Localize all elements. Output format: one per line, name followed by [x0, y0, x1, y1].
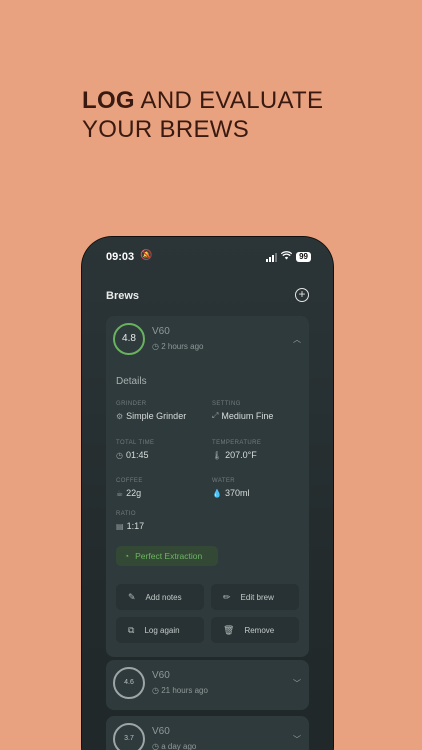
- rating-value: 3.7: [124, 735, 134, 742]
- status-bar: 09:03 🔕 99: [106, 250, 311, 265]
- clock-icon: ◷: [152, 342, 159, 351]
- brew-timestamp: ◷ 2 hours ago: [152, 342, 203, 351]
- thermometer-icon: 🌡: [212, 450, 223, 460]
- brew-card[interactable]: 4.6 V60 ◷ 21 hours ago ﹀: [106, 660, 309, 710]
- phone-frame: 09:03 🔕 99 Brews + 4.8 V60 ◷ 2 hours ago…: [82, 237, 333, 750]
- brew-card[interactable]: 3.7 V60 ◷ a day ago ﹀: [106, 716, 309, 750]
- status-time: 09:03: [106, 251, 135, 263]
- brew-ago: 2 hours ago: [161, 342, 204, 351]
- total-time-value: 01:45: [125, 450, 149, 460]
- clock-icon: ◷: [116, 450, 123, 460]
- headline-rest: AND EVALUATE: [134, 87, 324, 114]
- header: Brews +: [106, 288, 309, 306]
- ratio-field: RATIO ▤ 1:17: [116, 511, 144, 531]
- droplet-icon: ◔: [124, 551, 130, 561]
- droplet-icon: 💧: [212, 488, 222, 498]
- brew-timestamp: ◷ a day ago: [152, 742, 196, 750]
- cellular-signal-icon: [266, 252, 278, 262]
- grinder-field: GRINDER ⚙ Simple Grinder: [116, 401, 186, 421]
- rating-value: 4.6: [124, 679, 134, 686]
- setting-label: SETTING: [212, 401, 241, 407]
- edit-brew-button[interactable]: ✏ Edit brew: [211, 584, 299, 610]
- ratio-label: RATIO: [116, 511, 136, 517]
- brew-timestamp: ◷ 21 hours ago: [152, 686, 208, 695]
- temperature-label: TEMPERATURE: [212, 440, 262, 446]
- trash-icon: 🗑: [223, 624, 235, 635]
- brew-method: V60: [152, 326, 170, 337]
- rating-ring: 4.8: [113, 323, 145, 355]
- clock-icon: ◷: [152, 686, 159, 695]
- add-brew-button[interactable]: +: [295, 288, 309, 302]
- brew-method: V60: [152, 670, 170, 681]
- log-again-button[interactable]: ⧉ Log again: [116, 617, 204, 643]
- grinder-icon: ⚙: [116, 411, 124, 421]
- temperature-field: TEMPERATURE 🌡 207.0°F: [212, 440, 261, 460]
- edit-brew-label: Edit brew: [240, 592, 274, 602]
- brew-ago: 21 hours ago: [161, 686, 208, 695]
- water-label: WATER: [212, 478, 235, 484]
- headline-line-2: YOUR BREWS: [82, 116, 250, 143]
- chevron-down-icon[interactable]: ﹀: [293, 734, 301, 745]
- add-notes-button[interactable]: ✎ Add notes: [116, 584, 204, 610]
- arrows-icon: ⤢: [212, 411, 219, 420]
- status-indicators: 99: [266, 251, 311, 263]
- brew-ago: a day ago: [161, 742, 197, 750]
- headline-bold: LOG: [82, 87, 135, 114]
- setting-value: Medium Fine: [221, 411, 274, 421]
- add-notes-label: Add notes: [145, 592, 182, 602]
- coffee-label: COFFEE: [116, 478, 143, 484]
- headline-line-1: LOG AND EVALUATE: [82, 86, 323, 115]
- grinder-label: GRINDER: [116, 401, 147, 407]
- chevron-down-icon[interactable]: ﹀: [293, 678, 301, 689]
- edit-note-icon: ✎: [128, 591, 136, 602]
- temperature-value: 207.0°F: [225, 450, 257, 460]
- battery-indicator: 99: [296, 252, 311, 262]
- app-screen: 09:03 🔕 99 Brews + 4.8 V60 ◷ 2 hours ago…: [82, 237, 333, 750]
- copy-icon: ⧉: [128, 624, 135, 635]
- log-again-label: Log again: [144, 625, 180, 635]
- clock-icon: ◷: [152, 742, 159, 750]
- details-heading: Details: [116, 376, 147, 387]
- coffee-value: 22g: [126, 488, 142, 498]
- grinder-value: Simple Grinder: [126, 411, 187, 421]
- plus-circle-icon: +: [298, 287, 306, 301]
- ratio-value: 1:17: [126, 521, 145, 531]
- bell-muted-icon: 🔕: [140, 250, 153, 261]
- remove-label: Remove: [244, 625, 275, 635]
- coffee-field: COFFEE ☕ 22g: [116, 478, 143, 498]
- headline: LOG AND EVALUATE YOUR BREWS: [82, 86, 323, 144]
- brew-method: V60: [152, 726, 170, 737]
- status-badge: ◔ Perfect Extraction: [116, 546, 218, 566]
- page-title: Brews: [106, 290, 140, 302]
- pencil-icon: ✏: [223, 591, 231, 602]
- rating-value: 4.8: [122, 333, 136, 344]
- setting-field: SETTING ⤢ Medium Fine: [212, 401, 273, 421]
- brew-card-expanded[interactable]: 4.8 V60 ◷ 2 hours ago ︿ Details GRINDER …: [106, 316, 309, 657]
- water-value: 370ml: [224, 488, 250, 498]
- cup-icon: ☕: [116, 488, 124, 498]
- remove-button[interactable]: 🗑 Remove: [211, 617, 299, 643]
- chevron-up-icon[interactable]: ︿: [293, 334, 301, 345]
- rating-ring: 3.7: [113, 723, 145, 750]
- total-time-label: TOTAL TIME: [116, 440, 155, 446]
- water-field: WATER 💧 370ml: [212, 478, 249, 498]
- badge-label: Perfect Extraction: [135, 551, 203, 561]
- scale-icon: ▤: [116, 521, 124, 531]
- total-time-field: TOTAL TIME ◷ 01:45: [116, 440, 154, 460]
- rating-ring: 4.6: [113, 667, 145, 699]
- wifi-icon: [280, 251, 293, 263]
